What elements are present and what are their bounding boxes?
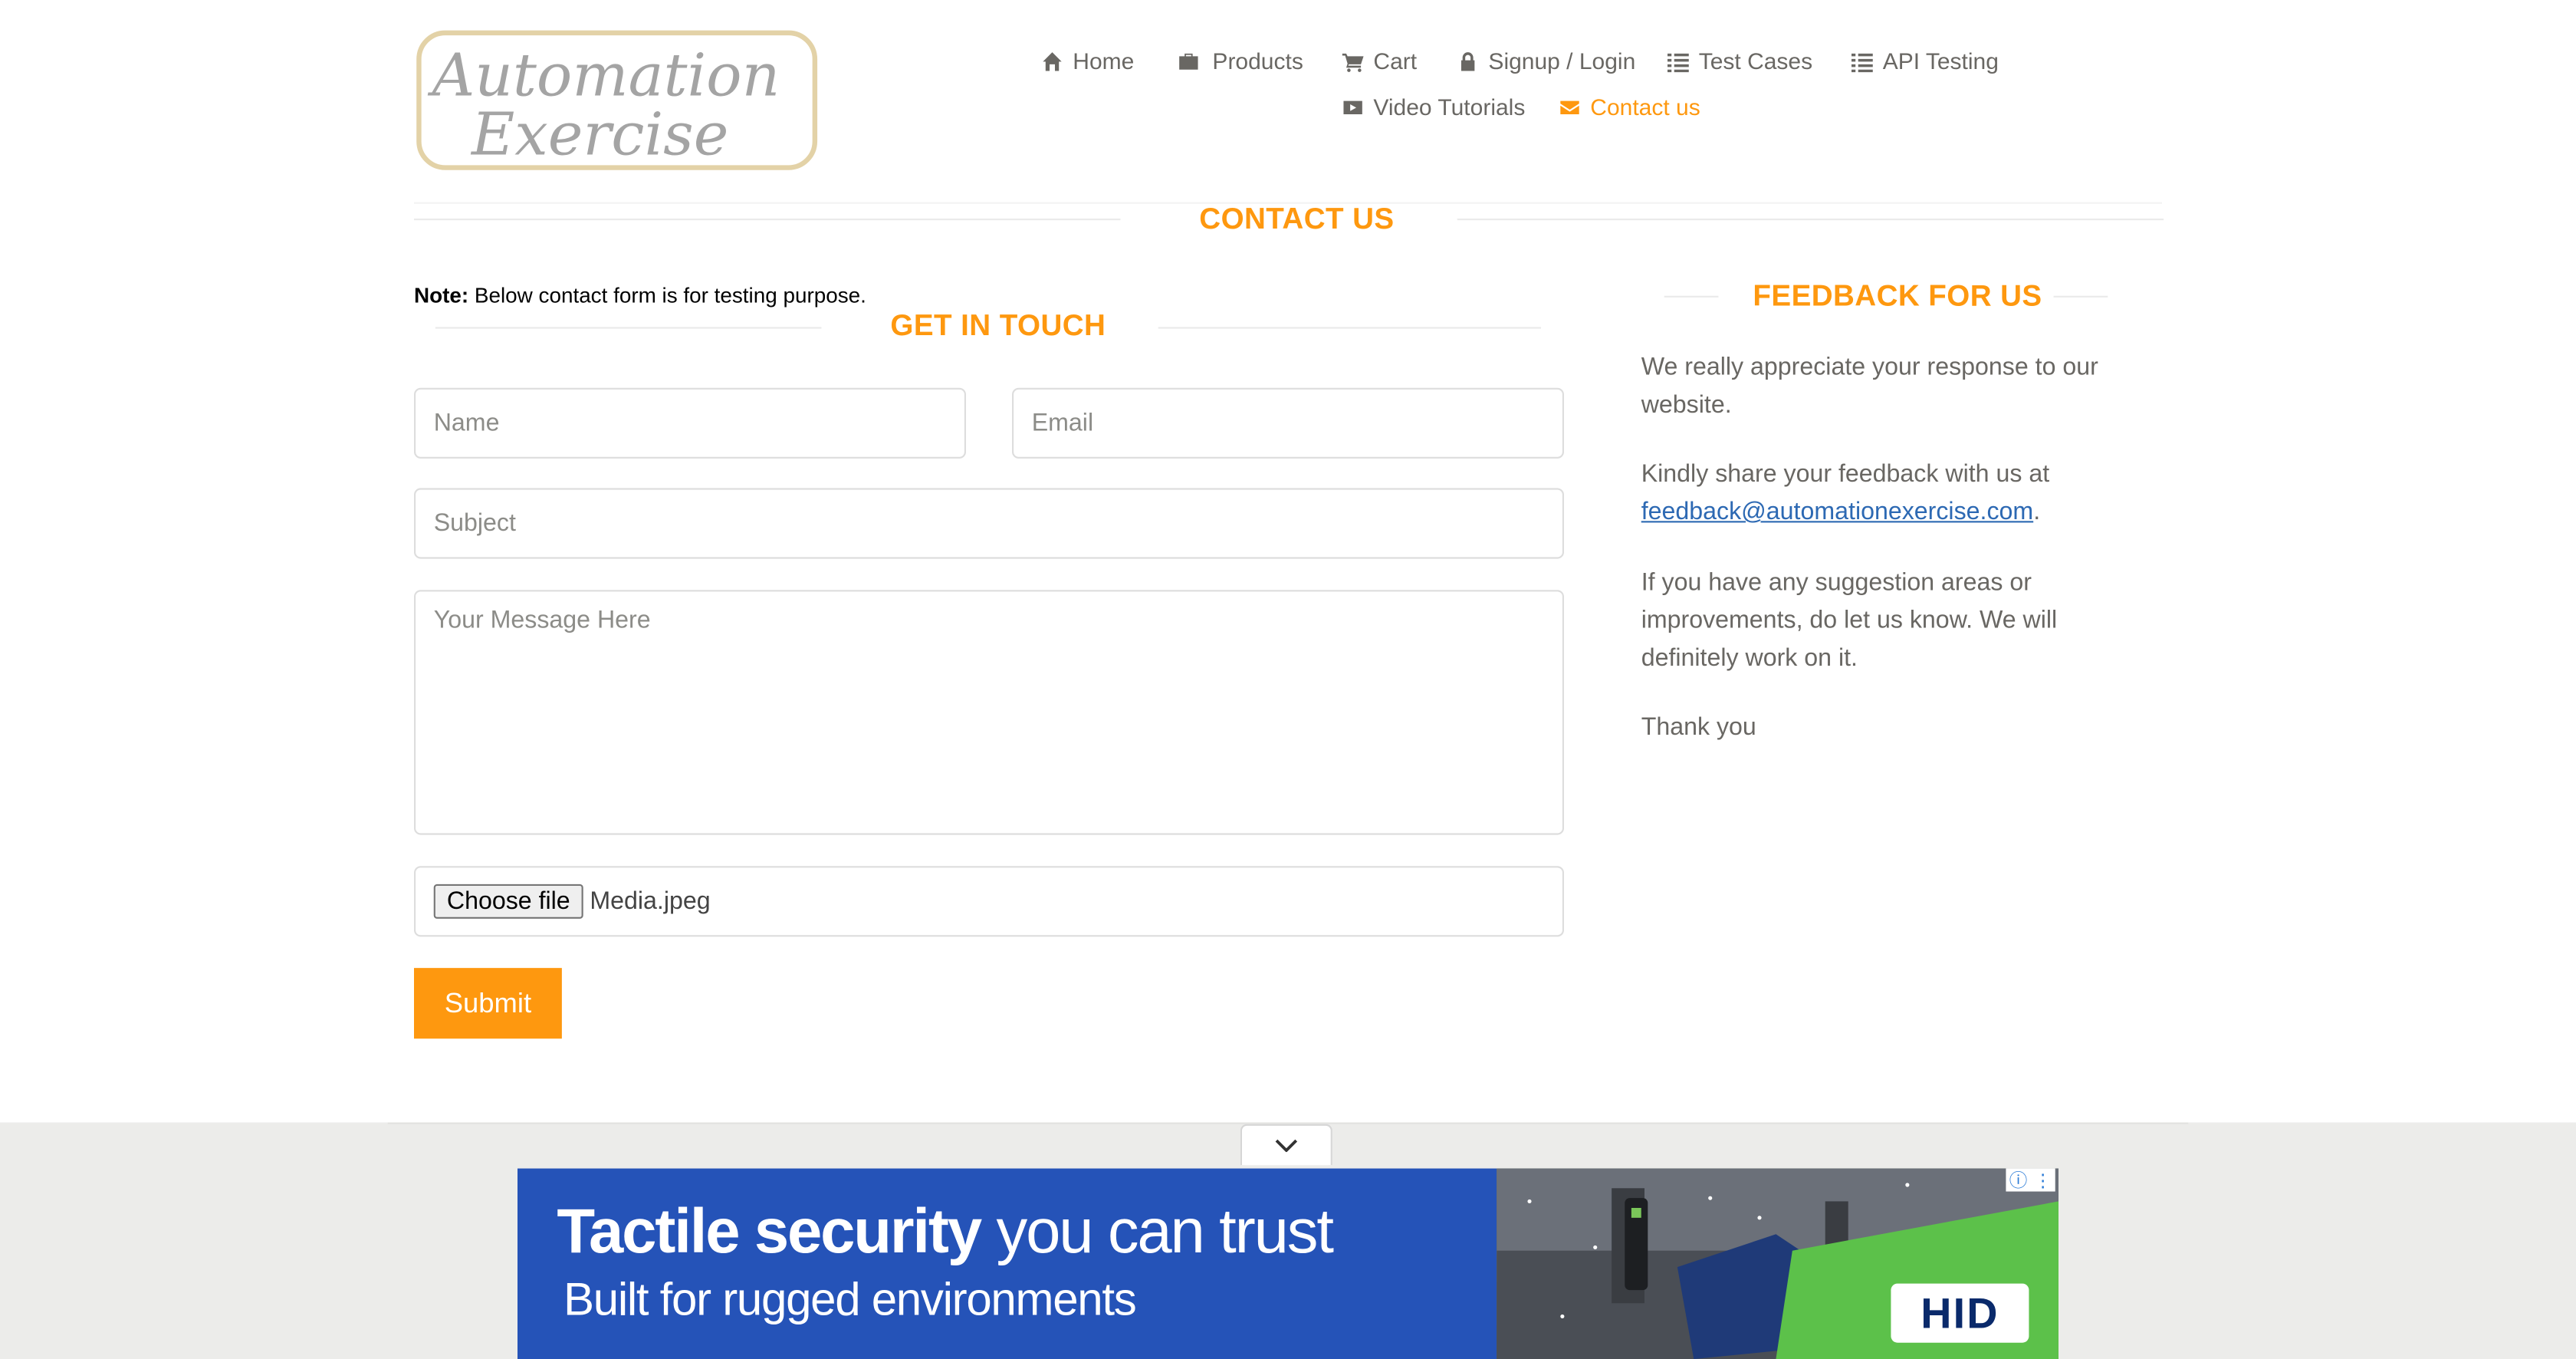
site-logo[interactable]: Automation Exercise: [416, 30, 818, 171]
feedback-title: FEEDBACK FOR US: [1753, 279, 2042, 313]
form-note-text: Below contact form is for testing purpos…: [468, 282, 866, 308]
logo-text-exercise: Exercise: [470, 100, 728, 169]
nav-test-cases-label: Test Cases: [1698, 48, 1813, 74]
feedback-paragraph-2-suffix: .: [2033, 498, 2041, 526]
feedback-rule-left: [1664, 295, 1719, 298]
nav-api-testing[interactable]: API Testing: [1852, 48, 1999, 74]
ad-info-icon[interactable]: ⓘ: [2009, 1167, 2028, 1193]
form-note-label: Note:: [414, 282, 469, 308]
nav-api-testing-label: API Testing: [1882, 48, 1999, 74]
nav-home[interactable]: Home: [1042, 48, 1135, 74]
home-icon: [1043, 51, 1062, 71]
message-textarea[interactable]: Your Message Here: [414, 590, 1564, 835]
title-rule-left: [414, 219, 1121, 221]
feedback-thank-you: Thank you: [1641, 713, 1756, 742]
feedback-paragraph-2-text: Kindly share your feedback with us at: [1641, 460, 2050, 489]
lock-icon: [1460, 51, 1475, 71]
feedback-paragraph-1: We really appreciate your response to ou…: [1641, 353, 2098, 420]
nav-cart[interactable]: Cart: [1342, 48, 1417, 74]
shopping-cart-icon: [1342, 52, 1364, 71]
nav-products-label: Products: [1212, 48, 1303, 74]
get-in-touch-rule-left: [435, 327, 822, 329]
nav-products[interactable]: Products: [1178, 48, 1303, 74]
subject-input-placeholder: Subject: [433, 509, 516, 538]
email-input-placeholder: Email: [1031, 409, 1094, 437]
youtube-play-icon: [1343, 100, 1362, 114]
list-icon: [1668, 52, 1689, 72]
ad-choices[interactable]: ⓘ ⋮: [2006, 1167, 2055, 1193]
list-icon: [1852, 52, 1873, 72]
ad-headline-bold: Tactile security: [557, 1198, 982, 1268]
nav-contact-us[interactable]: Contact us: [1559, 94, 1700, 120]
ad-headline-rest: you can trust: [981, 1198, 1334, 1268]
briefcase-icon: [1179, 52, 1198, 69]
nav-cart-label: Cart: [1373, 48, 1418, 74]
ad-headline: Tactile security you can trust: [557, 1198, 1334, 1269]
nav-video-tutorials[interactable]: Video Tutorials: [1342, 94, 1526, 120]
page-title: CONTACT US: [1199, 202, 1395, 235]
name-input-placeholder: Name: [433, 409, 500, 437]
nav-contact-us-label: Contact us: [1590, 94, 1700, 120]
feedback-email-link[interactable]: feedback@automationexercise.com: [1641, 498, 2033, 525]
message-textarea-placeholder: Your Message Here: [433, 606, 651, 635]
nav-test-cases[interactable]: Test Cases: [1668, 48, 1812, 74]
nav-signup-login[interactable]: Signup / Login: [1457, 48, 1636, 74]
ad-menu-icon[interactable]: ⋮: [2034, 1170, 2052, 1191]
ad-banner[interactable]: Tactile security you can trust Built for…: [518, 1162, 2058, 1359]
get-in-touch-rule-right: [1158, 327, 1541, 329]
feedback-rule-right: [2053, 295, 2108, 298]
ad-subline: Built for rugged environments: [564, 1273, 1137, 1325]
feedback-paragraph-3: If you have any suggestion areas or impr…: [1641, 568, 2058, 673]
ad-image-panel: HID: [1497, 1168, 2058, 1359]
email-input[interactable]: Email: [1012, 387, 1564, 459]
subject-input[interactable]: Subject: [414, 488, 1564, 559]
chevron-down-icon: [1275, 1139, 1298, 1153]
title-rule-right: [1457, 219, 2164, 221]
selected-file-name: Media.jpeg: [590, 887, 711, 916]
name-input[interactable]: Name: [414, 387, 966, 459]
ad-collapse-button[interactable]: [1240, 1124, 1332, 1166]
submit-button[interactable]: Submit: [414, 968, 562, 1039]
nav-signup-login-label: Signup / Login: [1488, 48, 1636, 74]
nav-home-label: Home: [1073, 48, 1135, 74]
get-in-touch-title: GET IN TOUCH: [890, 308, 1106, 342]
hid-logo: HID: [1891, 1283, 2029, 1343]
envelope-icon: [1560, 100, 1579, 114]
feedback-paragraph-2: Kindly share your feedback with us at fe…: [1641, 456, 2118, 531]
ad-text-panel: Tactile security you can trust Built for…: [518, 1168, 1497, 1359]
file-upload-field[interactable]: Choose file Media.jpeg: [414, 866, 1564, 937]
nav-video-tutorials-label: Video Tutorials: [1373, 94, 1526, 120]
choose-file-button[interactable]: Choose file: [433, 884, 583, 919]
form-note: Note: Below contact form is for testing …: [414, 283, 866, 308]
